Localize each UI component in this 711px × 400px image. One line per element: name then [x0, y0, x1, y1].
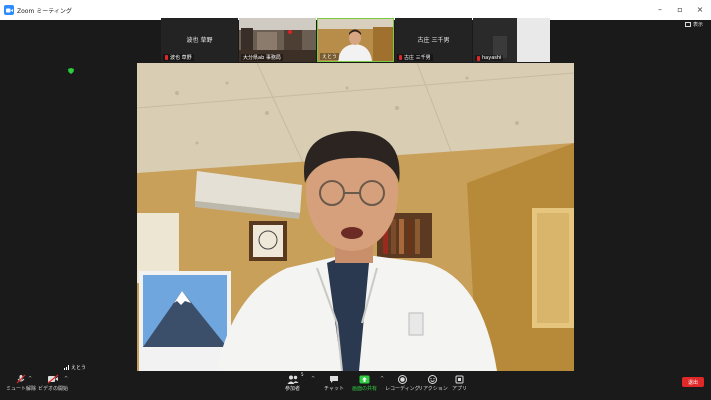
video-options-caret-icon[interactable]: ^ [64, 376, 68, 382]
view-button[interactable]: 表示 [684, 21, 703, 28]
participant-tile-active[interactable]: えとう [317, 18, 394, 62]
apps-label: アプリ [452, 386, 468, 392]
participant-strip: 波也 草野 波也 草野 大分県ab 事務局 えとう 古庄 三千男 古庄 三千男 … [161, 18, 550, 62]
participant-name: えとう [322, 54, 338, 60]
self-name: えとう [71, 365, 87, 371]
participants-label: 参加者 [285, 386, 301, 392]
minimize-icon[interactable]: – [655, 5, 665, 15]
participants-caret-icon[interactable]: ^ [311, 376, 315, 382]
participant-name-tag: 古庄 三千男 [397, 54, 433, 61]
participant-tile[interactable]: hayashi [473, 18, 550, 62]
participant-name: 大分県ab 事務局 [243, 55, 281, 61]
apps-icon [453, 374, 467, 384]
reactions-button[interactable]: リアクション [418, 374, 448, 392]
share-options-caret-icon[interactable]: ^ [380, 376, 384, 382]
participant-tile[interactable]: 古庄 三千男 古庄 三千男 [395, 18, 472, 62]
maximize-icon[interactable]: ▫ [675, 5, 685, 15]
start-video-label: ビデオの開始 [38, 386, 69, 392]
self-view-label: えとう [64, 364, 86, 371]
participant-name-tag: えとう [320, 53, 340, 60]
participant-name: 波也 草野 [170, 55, 192, 61]
video-off-icon [46, 374, 60, 384]
participant-tile[interactable]: 大分県ab 事務局 [239, 18, 316, 62]
unmute-label: ミュート解除 [6, 386, 37, 392]
chat-label: チャット [324, 386, 344, 392]
participant-name-tag: 波也 草野 [163, 54, 194, 61]
participant-name-tag: 大分県ab 事務局 [241, 54, 283, 61]
chat-icon [327, 374, 341, 384]
title-bar: Zoom ミーティング – ▫ × [0, 0, 711, 20]
chat-button[interactable]: チャット [324, 374, 344, 392]
share-screen-button[interactable]: 画面の共有 [352, 374, 377, 392]
leave-button[interactable]: 退出 [682, 377, 704, 387]
reactions-label: リアクション [418, 386, 448, 392]
zoom-window: Zoom ミーティング – ▫ × 表示 波也 草野 波也 草野 大分県ab 事… [0, 0, 711, 400]
zoom-app-icon [4, 5, 14, 15]
window-title: Zoom ミーティング [17, 7, 72, 15]
reaction-smiley-icon [426, 374, 440, 384]
mic-muted-icon [399, 55, 402, 60]
participant-tile[interactable]: 波也 草野 波也 草野 [161, 18, 238, 62]
participants-count: 5 [300, 372, 304, 377]
active-speaker-video [137, 63, 574, 371]
share-screen-icon [358, 374, 372, 384]
meeting-toolbar: ミュート解除 ^ ビデオの開始 ^ 5 参加者 ^ チャット 画面の共有 ^ レ… [0, 371, 711, 400]
view-label: 表示 [692, 22, 703, 28]
mic-muted-icon [477, 55, 480, 61]
record-icon [395, 374, 409, 384]
record-button[interactable]: レコーディング [385, 374, 420, 392]
record-label: レコーディング [385, 386, 420, 392]
signal-icon [64, 365, 69, 370]
participants-button[interactable]: 5 参加者 [285, 372, 304, 392]
participants-icon: 5 [286, 372, 304, 384]
mic-muted-icon [165, 55, 168, 60]
apps-button[interactable]: アプリ [452, 374, 467, 392]
participant-name-tag: hayashi [475, 55, 504, 61]
mic-off-icon [14, 374, 28, 384]
participant-name: hayashi [482, 55, 502, 61]
audio-options-caret-icon[interactable]: ^ [28, 376, 32, 382]
encryption-shield-icon[interactable] [68, 68, 74, 74]
grid-view-icon [684, 22, 691, 27]
participant-name-large: 波也 草野 [186, 37, 213, 44]
share-screen-label: 画面の共有 [352, 386, 378, 392]
close-icon[interactable]: × [695, 5, 705, 15]
participant-name: 古庄 三千男 [404, 55, 431, 61]
participant-name-large: 古庄 三千男 [417, 37, 450, 44]
speaker-video-frame [137, 63, 574, 371]
